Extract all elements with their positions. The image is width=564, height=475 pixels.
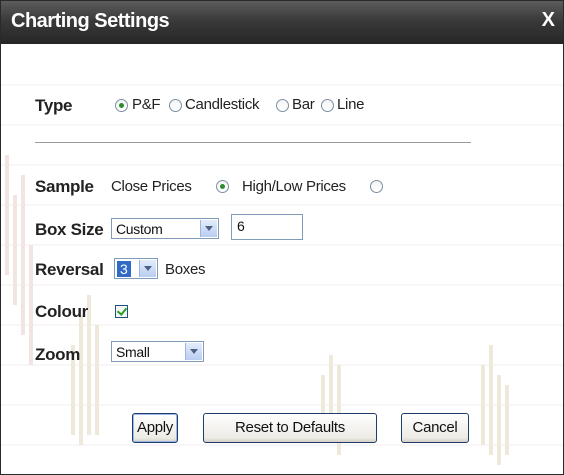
sample-option-highlow-label: High/Low Prices: [242, 178, 346, 195]
type-radio-bar[interactable]: [276, 99, 289, 112]
box-size-label: Box Size: [35, 220, 104, 239]
box-size-input[interactable]: 6: [231, 214, 303, 240]
type-radio-candlestick[interactable]: [169, 99, 182, 112]
type-radio-line[interactable]: [321, 99, 334, 112]
zoom-select[interactable]: Small: [111, 341, 204, 362]
reset-to-defaults-button[interactable]: Reset to Defaults: [203, 413, 377, 443]
reversal-suffix: Boxes: [165, 261, 206, 278]
type-option-pf-label: P&F: [132, 96, 161, 113]
type-radio-pf[interactable]: [115, 99, 128, 112]
dialog-title: Charting Settings: [11, 10, 170, 32]
box-size-select-value: Custom: [116, 221, 163, 237]
title-bar[interactable]: Charting Settings X: [1, 1, 563, 44]
sample-radio-close[interactable]: [216, 180, 229, 193]
reversal-label: Reversal: [35, 260, 104, 279]
charting-settings-dialog: Charting Settings X Type P&F Candlestick…: [0, 0, 564, 475]
sample-radio-highlow[interactable]: [370, 180, 383, 193]
cancel-button[interactable]: Cancel: [401, 413, 469, 443]
chevron-down-icon[interactable]: [185, 343, 202, 360]
colour-checkbox[interactable]: [115, 305, 128, 318]
colour-label: Colour: [35, 302, 88, 321]
chevron-down-icon[interactable]: [139, 260, 156, 277]
sample-label: Sample: [35, 177, 94, 196]
apply-button[interactable]: Apply: [132, 413, 178, 443]
type-option-line-label: Line: [337, 96, 365, 113]
chevron-down-icon[interactable]: [200, 220, 217, 237]
reversal-select[interactable]: 3: [114, 258, 158, 279]
section-divider: [35, 142, 471, 144]
type-label: Type: [35, 96, 73, 115]
zoom-select-value: Small: [116, 344, 150, 360]
zoom-label: Zoom: [35, 345, 81, 364]
reversal-select-value: 3: [117, 261, 131, 277]
type-option-bar-label: Bar: [292, 96, 315, 113]
box-size-select[interactable]: Custom: [111, 218, 219, 239]
close-icon[interactable]: X: [542, 9, 555, 32]
sample-option-close-label: Close Prices: [111, 178, 192, 195]
type-option-candlestick-label: Candlestick: [185, 96, 260, 113]
